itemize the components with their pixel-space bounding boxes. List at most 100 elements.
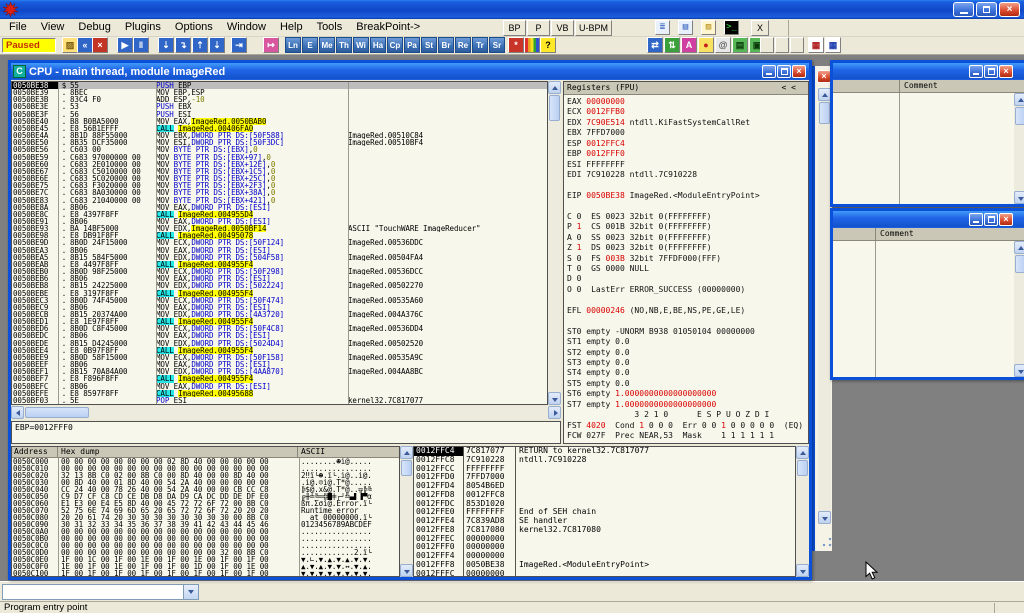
disassembly-vscrollbar[interactable] <box>548 81 561 405</box>
close-button[interactable]: × <box>999 2 1020 17</box>
comment-top-scrollbar[interactable] <box>1014 93 1024 204</box>
register-line[interactable] <box>564 316 808 326</box>
comment-top-minimize-button[interactable] <box>969 65 983 78</box>
register-line[interactable]: ST6 empty 1.0000000000000000000 <box>564 389 808 399</box>
disasm-row[interactable]: 0050BED6.8B0D C8F45000MOV ECX,DWORD PTR … <box>12 325 547 332</box>
folder-icon[interactable]: ▨ <box>701 20 716 35</box>
pane-button-e[interactable]: E <box>302 37 318 53</box>
dump-header-hex[interactable]: Hex dump <box>58 447 298 457</box>
dump-header-ascii[interactable]: ASCII <box>298 447 399 457</box>
register-line[interactable]: P 1 CS 001B 32bit 0(FFFFFFFF) <box>564 222 808 232</box>
window-comment-mid-titlebar[interactable]: × <box>833 211 1024 228</box>
register-line[interactable]: ST1 empty 0.0 <box>564 337 808 347</box>
disasm-row[interactable]: 0050BE83.C683 21040000 00MOV BYTE PTR DS… <box>12 197 547 204</box>
terminate-icon[interactable]: × <box>92 37 108 53</box>
cpu-window-titlebar[interactable]: C CPU - main thread, module ImageRed × <box>11 63 809 80</box>
keyboard-icon[interactable]: ▤ <box>732 37 748 53</box>
console-icon[interactable]: >_ <box>724 20 739 35</box>
sort-icon[interactable]: ⇅ <box>664 37 680 53</box>
refresh-icon[interactable]: ⇄ <box>647 37 663 53</box>
comment-mid-scrollbar[interactable] <box>1014 241 1024 377</box>
comment-mid-column-headers[interactable]: Comment <box>833 228 1024 241</box>
restart-icon[interactable]: « <box>77 37 93 53</box>
menu-file[interactable]: File <box>2 19 34 35</box>
trace-over-icon[interactable]: ⇣ <box>209 37 225 53</box>
log-icon[interactable]: ▤ <box>678 20 693 35</box>
breakpoint-icon[interactable]: ● <box>698 37 714 53</box>
disasm-row[interactable]: 0050BEE9.8B0D 58F15000MOV ECX,DWORD PTR … <box>12 354 547 361</box>
hidden-window-close-button[interactable]: × <box>817 70 831 83</box>
minimize-button[interactable] <box>953 2 974 17</box>
cpu-maximize-button[interactable] <box>777 65 791 78</box>
comment-mid-minimize-button[interactable] <box>969 213 983 226</box>
comment-mid-close-button[interactable]: × <box>999 213 1013 226</box>
disasm-row[interactable]: 0050BE3B.83C4 F0ADD ESP,-10 <box>12 96 547 103</box>
command-combobox[interactable] <box>2 584 199 600</box>
cpu-minimize-button[interactable] <box>762 65 776 78</box>
register-line[interactable]: D 0 <box>564 274 808 284</box>
pane-button-st[interactable]: St <box>421 37 437 53</box>
menu-debug[interactable]: Debug <box>71 19 117 35</box>
comment-column-header[interactable]: Comment <box>899 80 938 92</box>
disasm-row[interactable]: 0050BE8C.E8 4397F8FFCALL ImageRed.004955… <box>12 211 547 218</box>
menu-help[interactable]: Help <box>273 19 310 35</box>
comment-top-content[interactable] <box>833 93 1014 204</box>
pane-button-ln[interactable]: Ln <box>285 37 301 53</box>
pane-button-wi[interactable]: Wi <box>353 37 369 53</box>
toolbar-blank-button-1[interactable] <box>775 37 789 53</box>
help-icon[interactable]: ? <box>540 37 556 53</box>
register-line[interactable]: EBP 0012FFF0 <box>564 149 808 159</box>
disasm-row[interactable]: 0050BEFE.E8 8597F8FFCALL ImageRed.004956… <box>12 390 547 397</box>
stack-row[interactable]: 0012FFFC00000000 <box>414 570 795 578</box>
open-file-icon[interactable]: ▨ <box>62 37 78 53</box>
register-line[interactable]: EFL 00000246 (NO,NB,E,BE,NS,PE,GE,LE) <box>564 306 808 316</box>
trace-into-icon[interactable]: ⇡ <box>192 37 208 53</box>
register-line[interactable]: ST5 empty 0.0 <box>564 379 808 389</box>
appearance-icon[interactable] <box>524 37 540 53</box>
step-into-icon[interactable]: ⇣ <box>158 37 174 53</box>
pane-button-ha[interactable]: Ha <box>370 37 386 53</box>
pane-button-cp[interactable]: Cp <box>387 37 403 53</box>
pane-button-me[interactable]: Me <box>319 37 335 53</box>
comment-top-maximize-button[interactable] <box>984 65 998 78</box>
register-line[interactable]: T 0 GS 0000 NULL <box>564 264 808 274</box>
command-input[interactable] <box>4 586 182 598</box>
disasm-row[interactable]: 0050BE9D.8B0D 24F15000MOV ECX,DWORD PTR … <box>12 239 547 246</box>
notes-icon[interactable]: ≣ <box>655 20 670 35</box>
menu-plugins[interactable]: Plugins <box>118 19 168 35</box>
register-line[interactable]: ECX 0012FFB0 <box>564 107 808 117</box>
dump-row[interactable]: 0050C1001F 00 1F 00 1F 00 1F 00 1F 00 1F… <box>12 570 399 577</box>
stack-scrollbar[interactable] <box>796 446 809 577</box>
register-line[interactable]: EAX 00000000 <box>564 97 808 107</box>
registers-pane[interactable]: Registers (FPU) < < EAX 00000000ECX 0012… <box>563 81 809 444</box>
register-line[interactable]: EIP 0050BE38 ImageRed.<ModuleEntryPoint> <box>564 191 808 201</box>
pane-button-th[interactable]: Th <box>336 37 352 53</box>
bp-button-bp[interactable]: BP <box>503 20 526 36</box>
disasm-row[interactable]: 0050BE38$55PUSH EBP <box>12 82 547 89</box>
menu-breakpoint[interactable]: BreakPoint-> <box>349 19 427 35</box>
register-line[interactable]: EBX 7FFD7000 <box>564 128 808 138</box>
highlight-icon[interactable]: A <box>681 37 697 53</box>
hidden-window-resize-grip[interactable] <box>821 536 833 548</box>
menu-window[interactable]: Window <box>220 19 273 35</box>
register-line[interactable]: FCW 027F Prec NEAR,53 Mask 1 1 1 1 1 1 <box>564 431 808 441</box>
disasm-row[interactable]: 0050BF03.5EPOP ESIkernel32.7C817077 <box>12 397 547 404</box>
register-line[interactable] <box>564 295 808 305</box>
bp-close-button[interactable]: X <box>751 20 769 36</box>
run-icon[interactable]: ▶ <box>117 37 133 53</box>
pane-button-pa[interactable]: Pa <box>404 37 420 53</box>
dump-header-address[interactable]: Address <box>12 447 58 457</box>
pane-button-re[interactable]: Re <box>455 37 471 53</box>
register-line[interactable]: S 0 FS 003B 32bit 7FFDF000(FFF) <box>564 254 808 264</box>
restore-button[interactable] <box>976 2 997 17</box>
toolbar-blank-button-2[interactable] <box>790 37 804 53</box>
register-line[interactable]: ST3 empty 0.0 <box>564 358 808 368</box>
register-line[interactable]: EDX 7C90E514 ntdll.KiFastSystemCallRet <box>564 118 808 128</box>
toolbar-blank-button-0[interactable] <box>760 37 774 53</box>
command-dropdown-button[interactable] <box>183 585 198 599</box>
window-comment-top[interactable]: × Comment <box>830 60 1024 207</box>
bp-button-p[interactable]: P <box>527 20 550 36</box>
register-line[interactable] <box>564 181 808 191</box>
registers-header[interactable]: Registers (FPU) < < <box>564 82 808 95</box>
register-line[interactable]: Z 1 DS 0023 32bit 0(FFFFFFFF) <box>564 243 808 253</box>
